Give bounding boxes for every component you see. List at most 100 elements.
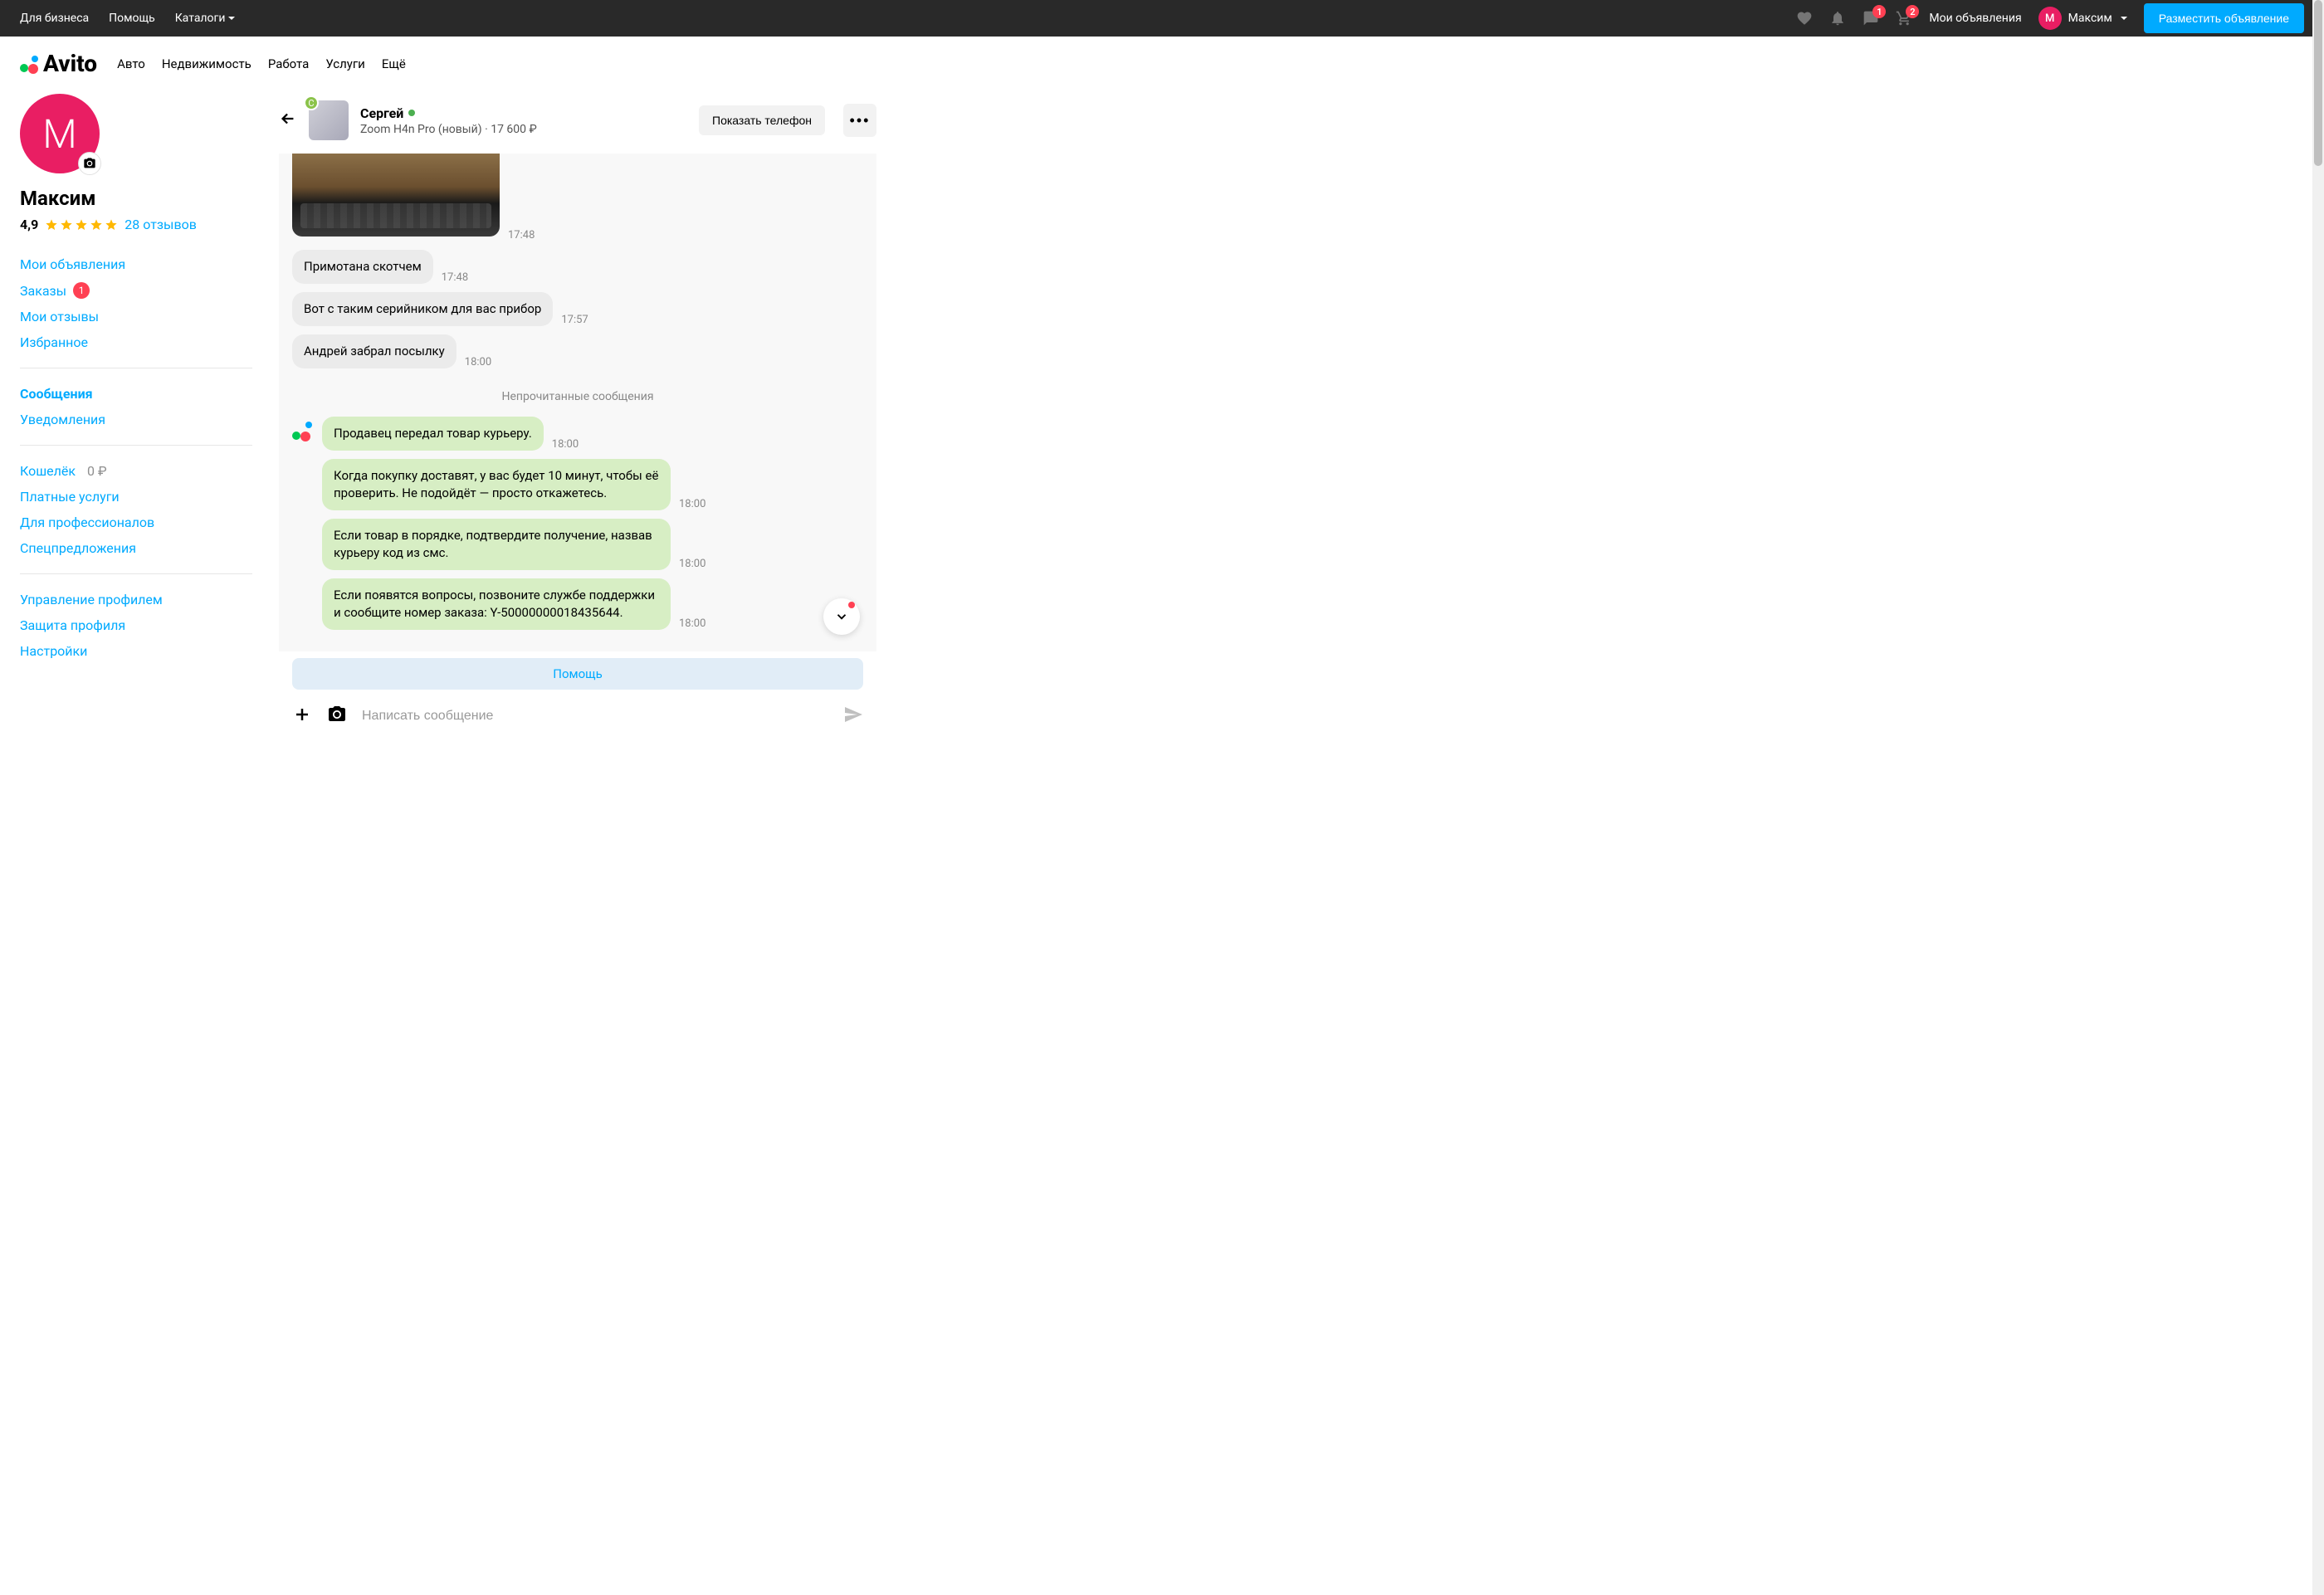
system-avatar-icon [292,420,314,441]
rating-score: 4,9 [20,217,38,232]
wallet-balance: 0 ₽ [87,463,107,479]
system-bubble: Когда покупку доставят, у вас будет 10 м… [322,459,671,510]
sidenav-manage[interactable]: Управление профилем [20,588,252,612]
sidebar: М Максим 4,9 28 отзывов Мои объявления З… [20,94,252,748]
seller-name: Сергей [360,105,403,121]
back-button[interactable] [279,110,297,131]
message-time: 18:00 [552,438,579,451]
sidenav-orders-label: Заказы [20,283,66,299]
nav-auto[interactable]: Авто [117,56,145,71]
topbar: Для бизнеса Помощь Каталоги 1 2 Мои объя… [0,0,2324,37]
catalogs-dropdown[interactable]: Каталоги [175,12,236,25]
chat-header: С Сергей Zoom H4n Pro (новый) · 17 600 ₽… [279,94,876,154]
business-link[interactable]: Для бизнеса [20,12,89,25]
send-button[interactable] [843,705,863,728]
message-time: 17:57 [561,314,588,326]
page-scrollbar[interactable] [2312,0,2324,1595]
cart-icon[interactable]: 2 [1896,10,1912,27]
system-message-row: Когда покупку доставят, у вас будет 10 м… [322,459,863,510]
message-input[interactable] [362,709,828,724]
logo-dots-icon [20,54,40,74]
arrow-left-icon [279,110,297,128]
nav-realty[interactable]: Недвижимость [162,56,251,71]
post-ad-button[interactable]: Разместить объявление [2144,3,2304,33]
user-menu[interactable]: М Максим [2038,7,2127,30]
message-image-row: 17:48 [292,154,863,241]
more-button[interactable]: ••• [843,104,876,137]
seller-initial-badge: С [304,95,319,110]
sidenav-my-ads[interactable]: Мои объявления [20,252,252,276]
nav-services[interactable]: Услуги [325,56,365,71]
message-bubble: Вот с таким серийником для вас прибор [292,292,553,326]
help-button[interactable]: Помощь [292,658,863,690]
camera-icon [327,705,347,724]
chevron-down-icon [834,609,849,624]
messages-icon[interactable]: 1 [1863,10,1879,27]
sidenav-special[interactable]: Спецпредложения [20,536,252,560]
chat-title: Сергей [360,105,687,121]
composer [279,690,876,748]
message-row: Андрей забрал посылку 18:00 [292,334,863,368]
divider [20,445,252,446]
message-time: 18:00 [679,617,706,630]
reviews-link[interactable]: 28 отзывов [124,217,197,232]
sidenav-favorites[interactable]: Избранное [20,330,252,354]
notifications-icon[interactable] [1829,10,1846,27]
sidenav-protect[interactable]: Защита профиля [20,613,252,637]
profile-name: Максим [20,187,252,210]
message-bubble: Примотана скотчем [292,250,433,284]
unread-divider: Непрочитанные сообщения [292,377,863,417]
online-dot-icon [408,110,415,116]
orders-badge: 1 [73,282,90,299]
logo-text: Avito [43,50,97,77]
sidenav-paid[interactable]: Платные услуги [20,485,252,509]
attach-button[interactable] [292,705,312,728]
my-ads-link[interactable]: Мои объявления [1929,12,2021,25]
sidenav-settings[interactable]: Настройки [20,639,252,663]
message-time: 17:48 [442,271,468,284]
message-bubble: Андрей забрал посылку [292,334,456,368]
profile-avatar-wrap: М [20,94,100,173]
scrollbar-thumb[interactable] [2314,0,2322,166]
sidenav-wallet[interactable]: Кошелёк 0 ₽ [20,459,252,483]
sidenav-notifications[interactable]: Уведомления [20,407,252,432]
scroll-down-button[interactable] [823,598,860,635]
topbar-right: 1 2 Мои объявления М Максим Разместить о… [1796,3,2304,33]
logo[interactable]: Avito [20,50,97,77]
show-phone-button[interactable]: Показать телефон [699,105,825,135]
user-avatar-small: М [2038,7,2062,30]
camera-button[interactable] [327,705,347,728]
new-message-dot [848,602,855,608]
system-bubble: Если товар в порядке, подтвердите получе… [322,519,671,570]
message-time: 17:48 [508,229,535,241]
cart-badge: 2 [1906,5,1919,18]
wallet-label: Кошелёк [20,463,76,479]
nav-more[interactable]: Ещё [382,56,406,71]
nav-work[interactable]: Работа [268,56,310,71]
item-price-line: Zoom H4n Pro (новый) · 17 600 ₽ [360,123,687,136]
camera-icon [83,157,96,170]
navbar: Avito Авто Недвижимость Работа Услуги Ещ… [0,37,2324,94]
item-thumb-wrap[interactable]: С [309,100,349,140]
chat-title-block[interactable]: Сергей Zoom H4n Pro (новый) · 17 600 ₽ [360,105,687,136]
system-message-row: Если товар в порядке, подтвердите получе… [322,519,863,570]
change-photo-button[interactable] [78,152,101,175]
message-row: Примотана скотчем 17:48 [292,250,863,284]
messages-badge: 1 [1872,5,1886,18]
message-time: 18:00 [679,558,706,570]
sidenav-pro[interactable]: Для профессионалов [20,510,252,534]
message-image[interactable] [292,154,500,237]
sidenav-messages[interactable]: Сообщения [20,382,252,406]
sidenav-my-reviews[interactable]: Мои отзывы [20,305,252,329]
stars-icon [45,218,118,232]
send-icon [843,705,863,724]
favorites-icon[interactable] [1796,10,1813,27]
chat-body: 17:48 Примотана скотчем 17:48 Вот с таки… [279,154,876,651]
chat-panel: С Сергей Zoom H4n Pro (новый) · 17 600 ₽… [279,94,876,748]
chat-scroll[interactable]: 17:48 Примотана скотчем 17:48 Вот с таки… [292,154,863,630]
topbar-left: Для бизнеса Помощь Каталоги [20,12,235,25]
sidenav-orders[interactable]: Заказы 1 [20,278,252,303]
rating-row: 4,9 28 отзывов [20,217,252,232]
system-bubble: Продавец передал товар курьеру. [322,417,544,451]
help-link[interactable]: Помощь [109,12,155,25]
